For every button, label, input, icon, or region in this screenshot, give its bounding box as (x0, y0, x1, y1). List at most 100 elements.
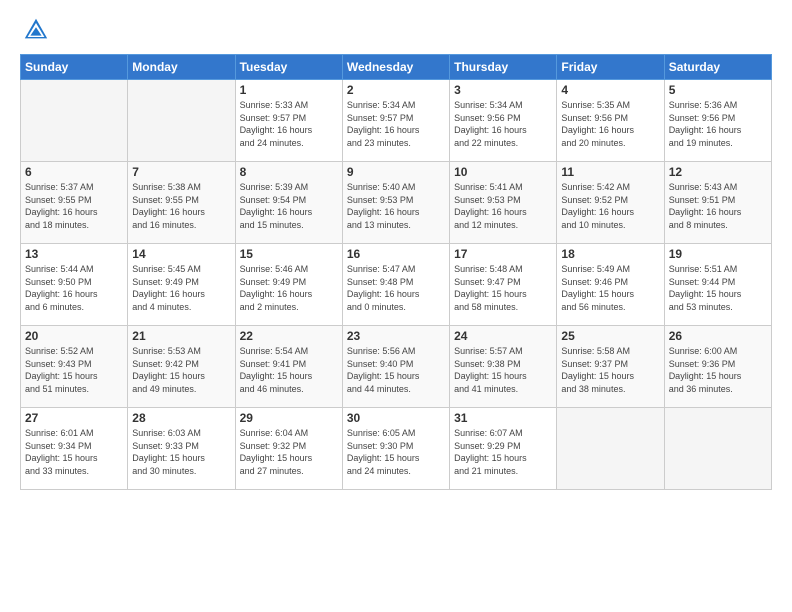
day-info: Sunrise: 5:56 AM Sunset: 9:40 PM Dayligh… (347, 345, 445, 395)
calendar-cell: 20 Sunrise: 5:52 AM Sunset: 9:43 PM Dayli… (21, 326, 128, 408)
weekday-header-row: SundayMondayTuesdayWednesdayThursdayFrid… (21, 55, 772, 80)
day-info: Sunrise: 5:57 AM Sunset: 9:38 PM Dayligh… (454, 345, 552, 395)
calendar-cell: 2 Sunrise: 5:34 AM Sunset: 9:57 PM Daylig… (342, 80, 449, 162)
calendar-cell: 26 Sunrise: 6:00 AM Sunset: 9:36 PM Dayli… (664, 326, 771, 408)
day-number: 29 (240, 411, 338, 425)
day-info: Sunrise: 5:52 AM Sunset: 9:43 PM Dayligh… (25, 345, 123, 395)
day-number: 11 (561, 165, 659, 179)
weekday-friday: Friday (557, 55, 664, 80)
day-info: Sunrise: 5:54 AM Sunset: 9:41 PM Dayligh… (240, 345, 338, 395)
header (20, 16, 772, 44)
calendar-cell: 16 Sunrise: 5:47 AM Sunset: 9:48 PM Dayli… (342, 244, 449, 326)
day-number: 4 (561, 83, 659, 97)
calendar-cell: 17 Sunrise: 5:48 AM Sunset: 9:47 PM Dayli… (450, 244, 557, 326)
day-number: 21 (132, 329, 230, 343)
day-info: Sunrise: 5:58 AM Sunset: 9:37 PM Dayligh… (561, 345, 659, 395)
day-info: Sunrise: 6:05 AM Sunset: 9:30 PM Dayligh… (347, 427, 445, 477)
day-number: 15 (240, 247, 338, 261)
day-number: 9 (347, 165, 445, 179)
day-info: Sunrise: 5:45 AM Sunset: 9:49 PM Dayligh… (132, 263, 230, 313)
calendar-cell: 22 Sunrise: 5:54 AM Sunset: 9:41 PM Dayli… (235, 326, 342, 408)
day-info: Sunrise: 5:33 AM Sunset: 9:57 PM Dayligh… (240, 99, 338, 149)
day-number: 17 (454, 247, 552, 261)
day-info: Sunrise: 5:44 AM Sunset: 9:50 PM Dayligh… (25, 263, 123, 313)
day-number: 6 (25, 165, 123, 179)
calendar-cell: 30 Sunrise: 6:05 AM Sunset: 9:30 PM Dayli… (342, 408, 449, 490)
calendar-cell: 1 Sunrise: 5:33 AM Sunset: 9:57 PM Daylig… (235, 80, 342, 162)
weekday-sunday: Sunday (21, 55, 128, 80)
day-info: Sunrise: 6:00 AM Sunset: 9:36 PM Dayligh… (669, 345, 767, 395)
calendar-cell: 25 Sunrise: 5:58 AM Sunset: 9:37 PM Dayli… (557, 326, 664, 408)
calendar-cell: 11 Sunrise: 5:42 AM Sunset: 9:52 PM Dayli… (557, 162, 664, 244)
logo (20, 16, 50, 44)
calendar: SundayMondayTuesdayWednesdayThursdayFrid… (20, 54, 772, 490)
calendar-cell: 24 Sunrise: 5:57 AM Sunset: 9:38 PM Dayli… (450, 326, 557, 408)
day-info: Sunrise: 5:38 AM Sunset: 9:55 PM Dayligh… (132, 181, 230, 231)
day-info: Sunrise: 6:01 AM Sunset: 9:34 PM Dayligh… (25, 427, 123, 477)
calendar-cell: 14Sunrise: 5:45 AM Sunset: 9:49 PM Dayli… (128, 244, 235, 326)
calendar-cell: 13 Sunrise: 5:44 AM Sunset: 9:50 PM Dayli… (21, 244, 128, 326)
calendar-cell: 27 Sunrise: 6:01 AM Sunset: 9:34 PM Dayli… (21, 408, 128, 490)
day-info: Sunrise: 5:35 AM Sunset: 9:56 PM Dayligh… (561, 99, 659, 149)
weekday-wednesday: Wednesday (342, 55, 449, 80)
day-info: Sunrise: 6:03 AM Sunset: 9:33 PM Dayligh… (132, 427, 230, 477)
calendar-cell: 6 Sunrise: 5:37 AM Sunset: 9:55 PM Daylig… (21, 162, 128, 244)
logo-icon (22, 16, 50, 44)
day-number: 23 (347, 329, 445, 343)
day-number: 26 (669, 329, 767, 343)
weekday-saturday: Saturday (664, 55, 771, 80)
weekday-tuesday: Tuesday (235, 55, 342, 80)
day-number: 25 (561, 329, 659, 343)
day-info: Sunrise: 5:48 AM Sunset: 9:47 PM Dayligh… (454, 263, 552, 313)
calendar-week-4: 20 Sunrise: 5:52 AM Sunset: 9:43 PM Dayli… (21, 326, 772, 408)
calendar-week-5: 27 Sunrise: 6:01 AM Sunset: 9:34 PM Dayli… (21, 408, 772, 490)
day-info: Sunrise: 5:47 AM Sunset: 9:48 PM Dayligh… (347, 263, 445, 313)
calendar-cell: 28Sunrise: 6:03 AM Sunset: 9:33 PM Dayli… (128, 408, 235, 490)
day-number: 16 (347, 247, 445, 261)
day-number: 5 (669, 83, 767, 97)
calendar-cell: 10Sunrise: 5:41 AM Sunset: 9:53 PM Dayli… (450, 162, 557, 244)
day-number: 1 (240, 83, 338, 97)
day-number: 2 (347, 83, 445, 97)
calendar-cell: 31Sunrise: 6:07 AM Sunset: 9:29 PM Dayli… (450, 408, 557, 490)
day-info: Sunrise: 6:04 AM Sunset: 9:32 PM Dayligh… (240, 427, 338, 477)
day-info: Sunrise: 5:43 AM Sunset: 9:51 PM Dayligh… (669, 181, 767, 231)
page: SundayMondayTuesdayWednesdayThursdayFrid… (0, 0, 792, 612)
day-info: Sunrise: 5:37 AM Sunset: 9:55 PM Dayligh… (25, 181, 123, 231)
day-number: 31 (454, 411, 552, 425)
day-number: 7 (132, 165, 230, 179)
day-info: Sunrise: 5:53 AM Sunset: 9:42 PM Dayligh… (132, 345, 230, 395)
calendar-cell: 4 Sunrise: 5:35 AM Sunset: 9:56 PM Daylig… (557, 80, 664, 162)
calendar-cell: 9Sunrise: 5:40 AM Sunset: 9:53 PM Daylig… (342, 162, 449, 244)
day-info: Sunrise: 5:34 AM Sunset: 9:56 PM Dayligh… (454, 99, 552, 149)
day-number: 8 (240, 165, 338, 179)
day-info: Sunrise: 5:36 AM Sunset: 9:56 PM Dayligh… (669, 99, 767, 149)
day-number: 20 (25, 329, 123, 343)
calendar-cell: 7 Sunrise: 5:38 AM Sunset: 9:55 PM Daylig… (128, 162, 235, 244)
calendar-cell: 29 Sunrise: 6:04 AM Sunset: 9:32 PM Dayli… (235, 408, 342, 490)
day-number: 30 (347, 411, 445, 425)
day-number: 13 (25, 247, 123, 261)
day-number: 3 (454, 83, 552, 97)
calendar-cell (664, 408, 771, 490)
day-number: 24 (454, 329, 552, 343)
day-number: 22 (240, 329, 338, 343)
calendar-cell: 23 Sunrise: 5:56 AM Sunset: 9:40 PM Dayli… (342, 326, 449, 408)
day-number: 19 (669, 247, 767, 261)
weekday-monday: Monday (128, 55, 235, 80)
calendar-cell (557, 408, 664, 490)
day-info: Sunrise: 5:46 AM Sunset: 9:49 PM Dayligh… (240, 263, 338, 313)
day-number: 12 (669, 165, 767, 179)
day-number: 27 (25, 411, 123, 425)
calendar-cell: 3 Sunrise: 5:34 AM Sunset: 9:56 PM Daylig… (450, 80, 557, 162)
day-info: Sunrise: 5:51 AM Sunset: 9:44 PM Dayligh… (669, 263, 767, 313)
day-info: Sunrise: 5:34 AM Sunset: 9:57 PM Dayligh… (347, 99, 445, 149)
calendar-cell: 12 Sunrise: 5:43 AM Sunset: 9:51 PM Dayli… (664, 162, 771, 244)
calendar-cell: 15 Sunrise: 5:46 AM Sunset: 9:49 PM Dayli… (235, 244, 342, 326)
calendar-week-2: 6 Sunrise: 5:37 AM Sunset: 9:55 PM Daylig… (21, 162, 772, 244)
calendar-cell (128, 80, 235, 162)
calendar-week-3: 13 Sunrise: 5:44 AM Sunset: 9:50 PM Dayli… (21, 244, 772, 326)
day-info: Sunrise: 5:42 AM Sunset: 9:52 PM Dayligh… (561, 181, 659, 231)
calendar-cell: 8Sunrise: 5:39 AM Sunset: 9:54 PM Daylig… (235, 162, 342, 244)
day-info: Sunrise: 5:49 AM Sunset: 9:46 PM Dayligh… (561, 263, 659, 313)
